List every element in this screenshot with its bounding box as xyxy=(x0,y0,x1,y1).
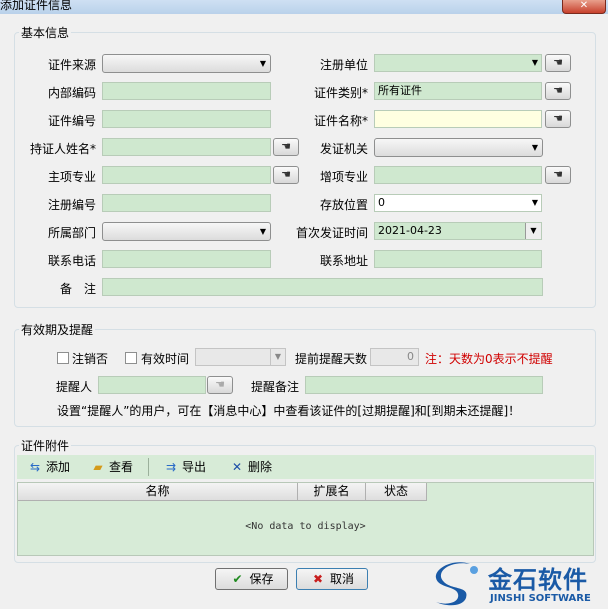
issuer-label: 发证机关 xyxy=(319,142,368,156)
cert-no-label: 证件编号 xyxy=(47,114,96,128)
title-bar: 添加证件信息 ✕ xyxy=(0,0,608,14)
toolbar-divider xyxy=(148,458,149,476)
source-select[interactable]: ▼ xyxy=(102,54,271,73)
column-header-ext[interactable]: 扩展名 xyxy=(298,483,366,501)
cert-no-field[interactable] xyxy=(102,110,271,128)
cert-name-picker-button[interactable]: ☚ xyxy=(545,110,571,128)
valid-time-field[interactable]: ▼ xyxy=(195,348,286,366)
storage-label: 存放位置 xyxy=(319,198,368,212)
close-x-icon: ✖ xyxy=(312,572,324,586)
first-issue-label: 首次发证时间 xyxy=(295,226,368,240)
holder-field[interactable] xyxy=(102,138,271,156)
cert-name-label: 证件名称* xyxy=(313,114,368,128)
dept-label: 所属部门 xyxy=(47,226,96,240)
inner-code-label: 内部编码 xyxy=(47,86,96,100)
issuer-select[interactable]: ▼ xyxy=(374,138,543,157)
column-header-status[interactable]: 状态 xyxy=(366,483,427,501)
chevron-down-icon: ▼ xyxy=(531,198,538,207)
attachments-toolbar: ⇆ 添加 ▰ 查看 ⇉ 导出 ✕ 删除 xyxy=(17,455,594,479)
address-label: 联系地址 xyxy=(319,254,368,268)
advance-days-label: 提前提醒天数 xyxy=(295,352,368,366)
folder-open-icon: ▰ xyxy=(93,460,103,474)
chevron-down-icon[interactable]: ▼ xyxy=(525,223,541,239)
cert-type-label: 证件类别* xyxy=(313,86,368,100)
chevron-down-icon: ▼ xyxy=(531,58,538,67)
company-logo: 金石软件 JINSHI SOFTWARE xyxy=(430,558,608,609)
cert-type-picker-button[interactable]: ☚ xyxy=(545,82,571,100)
add-major-picker-button[interactable]: ☚ xyxy=(545,166,571,184)
chevron-down-icon: ▼ xyxy=(270,349,285,365)
view-attachment-button[interactable]: ▰ 查看 xyxy=(90,458,133,476)
reminder-label: 提醒人 xyxy=(55,380,92,394)
source-label: 证件来源 xyxy=(47,58,96,72)
hand-pointer-icon: ☚ xyxy=(215,378,225,391)
checkmark-icon: ✔ xyxy=(232,572,243,586)
phone-field[interactable] xyxy=(102,250,271,268)
major-field[interactable] xyxy=(102,166,271,184)
add-major-field[interactable] xyxy=(374,166,542,184)
add-attachment-button[interactable]: ⇆ 添加 xyxy=(27,458,70,476)
cert-type-field[interactable]: 所有证件 xyxy=(374,82,542,100)
reg-no-label: 注册编号 xyxy=(47,198,96,212)
hand-pointer-icon: ☚ xyxy=(553,56,563,69)
major-label: 主项专业 xyxy=(47,170,96,184)
hand-pointer-icon: ☚ xyxy=(553,112,563,125)
logo-subtitle: JINSHI SOFTWARE xyxy=(490,593,591,604)
logo-mark-icon xyxy=(435,562,478,606)
reg-no-field[interactable] xyxy=(102,194,271,212)
address-field[interactable] xyxy=(374,250,542,268)
remark-field[interactable] xyxy=(102,278,543,296)
inner-code-field[interactable] xyxy=(102,82,271,100)
first-issue-date-field[interactable]: 2021-04-23 ▼ xyxy=(374,222,542,240)
valid-time-label: 有效时间 xyxy=(141,352,190,366)
advance-days-note: 注：天数为0表示不提醒 xyxy=(425,352,553,366)
close-button[interactable]: ✕ xyxy=(562,0,606,14)
export-attachment-button[interactable]: ⇉ 导出 xyxy=(163,458,206,476)
chevron-down-icon: ▼ xyxy=(531,143,538,152)
validity-legend: 有效期及提醒 xyxy=(21,323,94,337)
attachments-grid[interactable]: 名称 扩展名 状态 <No data to display> xyxy=(17,482,594,556)
holder-label: 持证人姓名* xyxy=(29,142,96,156)
hand-pointer-icon: ☚ xyxy=(553,84,563,97)
reg-unit-field[interactable]: ▼ xyxy=(374,54,542,72)
add-files-icon: ⇆ xyxy=(29,460,41,474)
add-major-label: 增项专业 xyxy=(319,170,368,184)
reminder-note-field[interactable] xyxy=(305,376,543,394)
cert-name-field[interactable] xyxy=(374,110,542,128)
chevron-down-icon: ▼ xyxy=(259,59,266,68)
window-title: 添加证件信息 xyxy=(0,0,73,12)
reminder-picker-button[interactable]: ☚ xyxy=(207,376,233,394)
delete-attachment-button[interactable]: ✕ 删除 xyxy=(229,458,272,476)
dept-select[interactable]: ▼ xyxy=(102,222,271,241)
export-icon: ⇉ xyxy=(165,460,177,474)
close-icon: ✕ xyxy=(579,0,589,11)
save-button[interactable]: ✔ 保存 xyxy=(215,568,288,590)
reminder-note-label: 提醒备注 xyxy=(251,380,300,394)
remark-label: 备 注 xyxy=(59,282,96,296)
cancel-button[interactable]: ✖ 取消 xyxy=(296,568,368,590)
empty-grid-text: <No data to display> xyxy=(245,521,366,532)
reg-unit-label: 注册单位 xyxy=(319,58,368,72)
storage-field[interactable]: 0 ▼ xyxy=(374,194,542,212)
reg-unit-picker-button[interactable]: ☚ xyxy=(545,54,571,72)
logo-name: 金石软件 xyxy=(488,566,588,594)
column-header-name[interactable]: 名称 xyxy=(18,483,298,501)
delete-x-icon: ✕ xyxy=(231,460,243,474)
phone-label: 联系电话 xyxy=(47,254,96,268)
cancelled-label: 注销否 xyxy=(72,352,109,366)
basic-info-legend: 基本信息 xyxy=(21,26,70,40)
reminder-info-text: 设置“提醒人”的用户，可在【消息中心】中查看该证件的[过期提醒]和[到期未还提醒… xyxy=(57,404,521,418)
chevron-down-icon: ▼ xyxy=(259,227,266,236)
cancelled-checkbox[interactable] xyxy=(57,352,69,364)
valid-time-checkbox[interactable] xyxy=(125,352,137,364)
advance-days-field[interactable]: 0 xyxy=(370,348,419,366)
reminder-field[interactable] xyxy=(98,376,206,394)
attachments-legend: 证件附件 xyxy=(21,439,70,453)
hand-pointer-icon: ☚ xyxy=(553,168,563,181)
